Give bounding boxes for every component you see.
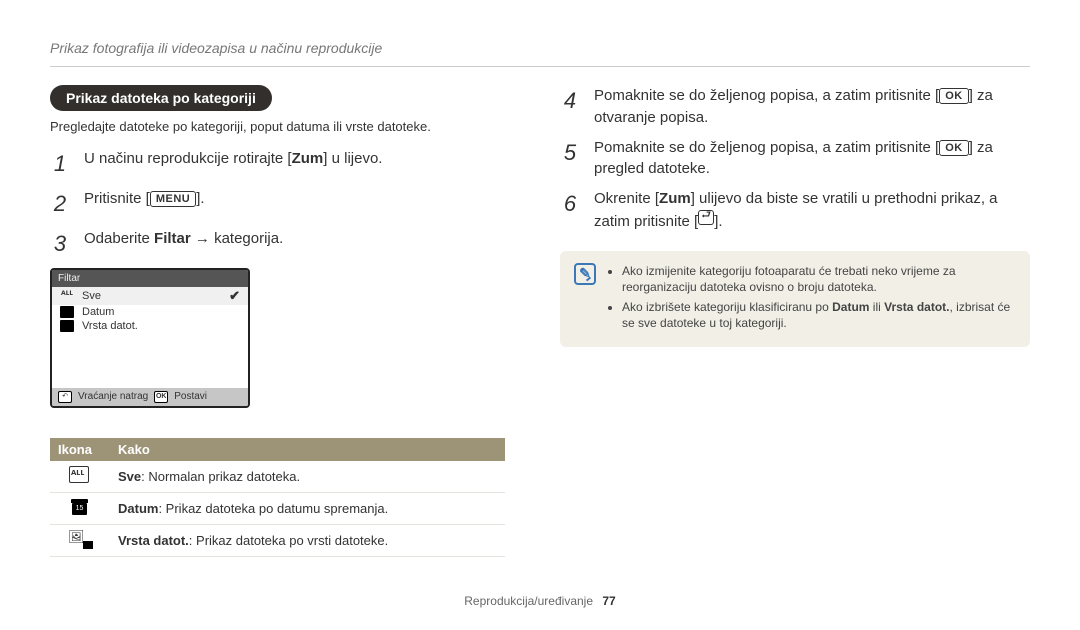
header-rule [50, 66, 1030, 67]
bold-text: Sve [118, 469, 141, 484]
ok-button-icon: OK [939, 140, 969, 156]
lcd-item-label: Sve [82, 290, 101, 302]
text: : Prikaz datoteka po datumu spremanja. [158, 501, 388, 516]
lcd-item-label: Datum [82, 306, 114, 318]
footer-label: Reprodukcija/uređivanje [464, 594, 593, 608]
text: Ako izmijenite kategoriju fotoaparatu će… [622, 264, 956, 294]
note-item: Ako izmijenite kategoriju fotoaparatu će… [622, 263, 1016, 295]
text: ili [869, 300, 884, 314]
step-number: 1 [50, 148, 70, 180]
manual-page: Prikaz fotografija ili videozapisa u nač… [0, 0, 1080, 630]
bold-text: Zum [292, 150, 324, 167]
note-icon: ✎ [574, 263, 596, 285]
text: ] u lijevo. [323, 150, 382, 167]
step-number: 3 [50, 228, 70, 260]
icon-legend-table: Ikona Kako Sve: Normalan prikaz datoteka… [50, 438, 505, 557]
step-5: 5 Pomaknite se do željenog popisa, a zat… [560, 137, 1030, 181]
lcd-screenshot: Filtar Sve ✔ Datum Vrsta datot. [50, 268, 250, 408]
text: : Prikaz datoteka po vrsti datoteke. [189, 533, 388, 548]
table-header-row: Ikona Kako [50, 438, 505, 461]
back-button-icon [698, 210, 714, 225]
cell-desc: Datum: Prikaz datoteka po datumu spreman… [110, 492, 505, 524]
section-intro: Pregledajte datoteke po kategoriji, popu… [50, 119, 520, 134]
page-footer: Reprodukcija/uređivanje 77 [0, 594, 1080, 608]
cell-icon [50, 524, 110, 556]
lcd-title: Filtar [52, 270, 248, 287]
bold-text: Zum [659, 190, 691, 207]
step-number: 5 [560, 137, 580, 181]
text: ]. [714, 213, 722, 230]
bold-text: Vrsta datot. [118, 533, 189, 548]
filetype-icon [60, 320, 74, 332]
table-row: Sve: Normalan prikaz datoteka. [50, 461, 505, 493]
bold-text: Datum [832, 300, 869, 314]
right-column: 4 Pomaknite se do željenog popisa, a zat… [560, 85, 1030, 557]
two-column-layout: Prikaz datoteka po kategoriji Pregledajt… [50, 85, 1030, 557]
page-header: Prikaz fotografija ili videozapisa u nač… [50, 40, 1030, 56]
note-list: Ako izmijenite kategoriju fotoaparatu će… [608, 263, 1016, 336]
th-ikona: Ikona [50, 438, 110, 461]
filetype-icon [69, 531, 91, 547]
text: Pomaknite se do željenog popisa, a zatim… [594, 87, 939, 104]
step-number: 2 [50, 188, 70, 220]
section-pill: Prikaz datoteka po kategoriji [50, 85, 272, 111]
th-kako: Kako [110, 438, 505, 461]
ok-mini-icon: OK [154, 391, 168, 403]
step-text: Pomaknite se do željenog popisa, a zatim… [594, 137, 1030, 181]
text: Ako izbrišete kategoriju klasificiranu p… [622, 300, 832, 314]
bold-text: Vrsta datot. [884, 300, 949, 314]
left-column: Prikaz datoteka po kategoriji Pregledajt… [50, 85, 520, 557]
all-icon [60, 290, 74, 302]
step-text: Odaberite Filtar → kategorija. [84, 228, 520, 260]
table-row: Datum: Prikaz datoteka po datumu spreman… [50, 492, 505, 524]
bold-text: Datum [118, 501, 158, 516]
lcd-item-label: Vrsta datot. [82, 320, 138, 332]
lcd-footer-text: Postavi [174, 391, 207, 402]
cell-desc: Vrsta datot.: Prikaz datoteka po vrsti d… [110, 524, 505, 556]
text: Pomaknite se do željenog popisa, a zatim… [594, 139, 939, 156]
lcd-spacer [52, 333, 248, 388]
text: : Normalan prikaz datoteka. [141, 469, 300, 484]
ok-button-icon: OK [939, 88, 969, 104]
text: → kategorija. [191, 230, 284, 247]
back-mini-icon: ↶ [58, 391, 72, 403]
text: ]. [196, 190, 204, 207]
bold-text: Filtar [154, 230, 191, 247]
date-icon [60, 306, 74, 318]
step-2: 2 Pritisnite [MENU]. [50, 188, 520, 220]
lcd-menu: Sve ✔ Datum Vrsta datot. [52, 287, 248, 333]
lcd-item-vrsta: Vrsta datot. [52, 319, 248, 333]
step-6: 6 Okrenite [Zum] ulijevo da biste se vra… [560, 188, 1030, 233]
step-text: Okrenite [Zum] ulijevo da biste se vrati… [594, 188, 1030, 233]
step-text: Pomaknite se do željenog popisa, a zatim… [594, 85, 1030, 129]
step-text: U načinu reprodukcije rotirajte [Zum] u … [84, 148, 520, 180]
step-1: 1 U načinu reprodukcije rotirajte [Zum] … [50, 148, 520, 180]
step-number: 4 [560, 85, 580, 129]
page-number: 77 [602, 594, 615, 608]
lcd-item-datum: Datum [52, 305, 248, 319]
text: Odaberite [84, 230, 154, 247]
table-row: Vrsta datot.: Prikaz datoteka po vrsti d… [50, 524, 505, 556]
text: U načinu reprodukcije rotirajte [ [84, 150, 292, 167]
lcd-footer-text: Vraćanje natrag [78, 391, 148, 402]
step-text: Pritisnite [MENU]. [84, 188, 520, 220]
cell-icon [50, 461, 110, 493]
text: Pritisnite [ [84, 190, 150, 207]
date-icon [69, 499, 91, 515]
step-4: 4 Pomaknite se do željenog popisa, a zat… [560, 85, 1030, 129]
all-icon [69, 467, 91, 483]
step-3: 3 Odaberite Filtar → kategorija. [50, 228, 520, 260]
step-number: 6 [560, 188, 580, 233]
menu-button-icon: MENU [150, 191, 196, 207]
lcd-footer: ↶ Vraćanje natrag OK Postavi [52, 388, 248, 406]
text: Okrenite [ [594, 190, 659, 207]
cell-desc: Sve: Normalan prikaz datoteka. [110, 461, 505, 493]
check-icon: ✔ [229, 288, 240, 304]
note-callout: ✎ Ako izmijenite kategoriju fotoaparatu … [560, 251, 1030, 348]
lcd-item-sve: Sve ✔ [52, 287, 248, 305]
note-item: Ako izbrišete kategoriju klasificiranu p… [622, 299, 1016, 331]
cell-icon [50, 492, 110, 524]
